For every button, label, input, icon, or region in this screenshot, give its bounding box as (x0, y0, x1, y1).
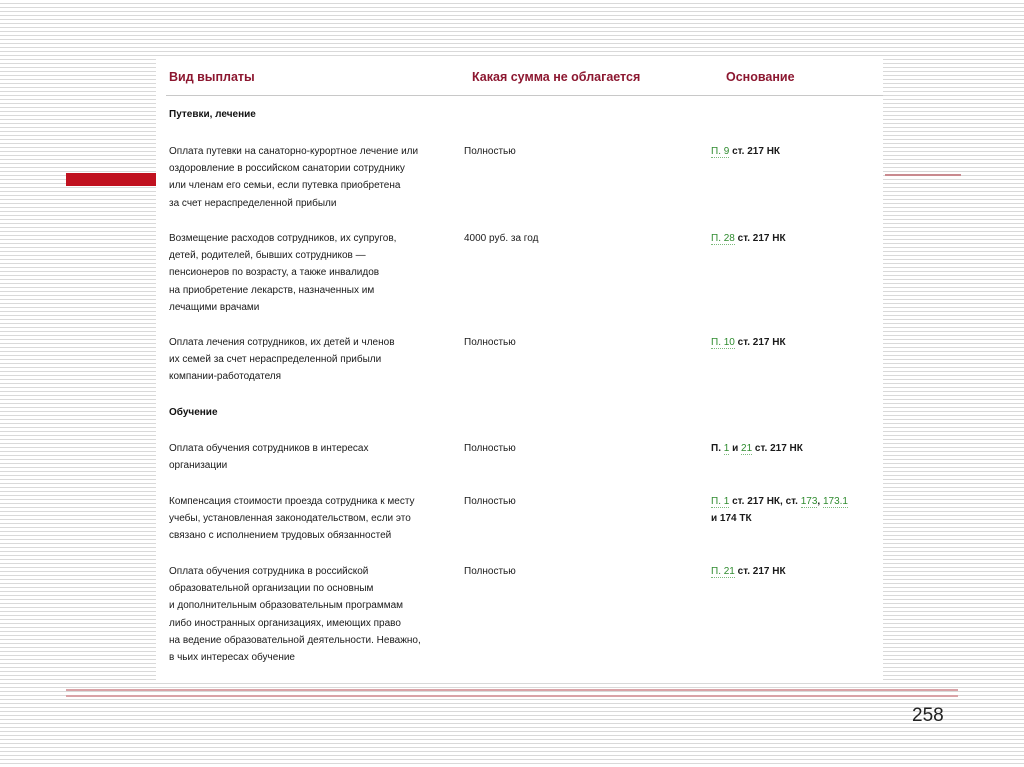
legal-reference-link[interactable]: 173 (800, 496, 818, 508)
legal-reference-text: ст. 217 НК (752, 443, 803, 454)
payment-type-line: Оплата обучения сотрудника в российской (169, 566, 369, 577)
bottom-line-2 (66, 695, 958, 697)
basis-cell: П. 10 ст. 217 НК (711, 334, 881, 351)
payment-type-line: или членам его семьи, если путевка приоб… (169, 180, 401, 192)
legal-reference-text: ст. 217 НК (734, 566, 786, 577)
decorative-right-line (885, 174, 961, 176)
legal-reference-text: ст. 217 НК (734, 337, 786, 348)
payment-type-line: пенсионеров по возрасту, а также инвалид… (169, 267, 380, 279)
legal-reference-link[interactable]: П. 1 (711, 496, 730, 508)
payment-type-line: оздоровление в российском санатории сотр… (169, 163, 405, 175)
payment-type-line: лечащими врачами (169, 301, 260, 313)
payment-type-line: за счет нераспределенной прибыли (169, 197, 337, 209)
section-title-trips-treatment: Путевки, лечение (169, 109, 256, 120)
payment-type-line: компании-работодателя (169, 371, 282, 383)
legal-reference-text: ст. 217 НК (729, 146, 781, 157)
amount-cell: 4000 руб. за год (464, 233, 539, 244)
page-number: 258 (912, 705, 944, 726)
payment-type-cell: Оплата обучения сотрудника в российской о… (169, 563, 454, 666)
payment-type-line: на приобретение лекарств, назначенных им (169, 284, 375, 296)
legal-reference-text: ст. 217 НК, ст. (729, 496, 801, 507)
amount-cell: Полностью (464, 443, 516, 454)
section-title-education: Обучение (169, 407, 218, 418)
payment-type-cell: Оплата путевки на санаторно-курортное ле… (169, 143, 454, 212)
basis-cell: П. 28 ст. 217 НК (711, 230, 881, 247)
payment-type-line: Возмещение расходов сотрудников, их супр… (169, 233, 397, 244)
amount-cell: Полностью (464, 566, 516, 577)
header-non-taxable-amount: Какая сумма не облагается (472, 70, 641, 84)
legal-reference-link[interactable]: П. 10 (711, 337, 735, 349)
payment-type-line: и дополнительным образовательным програм… (169, 600, 404, 612)
payment-type-line: Оплата путевки на санаторно-курортное ле… (169, 146, 419, 157)
bottom-line-1 (66, 689, 958, 691)
payment-type-cell: Оплата обучения сотрудников в интересах о… (169, 440, 454, 474)
decorative-bottom-lines (66, 689, 958, 697)
payment-type-cell: Компенсация стоимости проезда сотрудника… (169, 493, 454, 545)
amount-cell: Полностью (464, 146, 516, 157)
basis-cell: П. 21 ст. 217 НК (711, 563, 881, 580)
legal-reference-text: ст. 217 НК (734, 233, 786, 244)
payment-type-line: Оплата обучения сотрудников в интересах (169, 443, 369, 454)
payment-type-line: их семей за счет нераспределенной прибыл… (169, 354, 382, 366)
payment-type-line: учебы, установленная законодательством, … (169, 513, 411, 525)
legal-reference-link[interactable]: П. 21 (711, 566, 735, 578)
payment-type-line: связано с исполнением трудовых обязаннос… (169, 530, 392, 542)
amount-cell: Полностью (464, 337, 516, 348)
basis-cell: П. 1 и 21 ст. 217 НК (711, 440, 881, 457)
header-payment-type: Вид выплаты (169, 70, 255, 84)
basis-cell: П. 1 ст. 217 НК, ст. 173, 173.1 и 174 ТК (711, 493, 881, 527)
legal-reference-text: и 174 ТК (711, 513, 752, 525)
legal-reference-link[interactable]: 173.1 (822, 496, 848, 508)
payment-type-line: Компенсация стоимости проезда сотрудника… (169, 496, 415, 507)
payment-type-line: образовательной организации по основным (169, 583, 374, 595)
payment-type-cell: Возмещение расходов сотрудников, их супр… (169, 230, 454, 316)
payment-type-line: детей, родителей, бывших сотрудников — (169, 250, 366, 262)
legal-reference-link[interactable]: 21 (741, 443, 753, 455)
legal-reference-link[interactable]: П. 9 (711, 146, 730, 158)
header-basis: Основание (726, 70, 795, 84)
payment-type-line: в чьих интересах обучение (169, 652, 295, 664)
payment-type-cell: Оплата лечения сотрудников, их детей и ч… (169, 334, 454, 386)
legal-reference-text: и (729, 443, 742, 454)
payment-type-line: на ведение образовательной деятельности.… (169, 634, 421, 646)
decorative-red-bar (66, 173, 156, 186)
payment-type-line: Оплата лечения сотрудников, их детей и ч… (169, 337, 395, 348)
tax-exemption-table: Вид выплаты Какая сумма не облагается Ос… (156, 58, 883, 681)
payment-type-line: либо иностранных организациях, имеющих п… (169, 617, 401, 629)
basis-cell: П. 9 ст. 217 НК (711, 143, 881, 160)
payment-type-line: организации (169, 460, 228, 472)
header-divider (166, 95, 883, 96)
amount-cell: Полностью (464, 496, 516, 507)
legal-reference-link[interactable]: П. 28 (711, 233, 735, 245)
legal-reference-text: П. (711, 443, 724, 454)
